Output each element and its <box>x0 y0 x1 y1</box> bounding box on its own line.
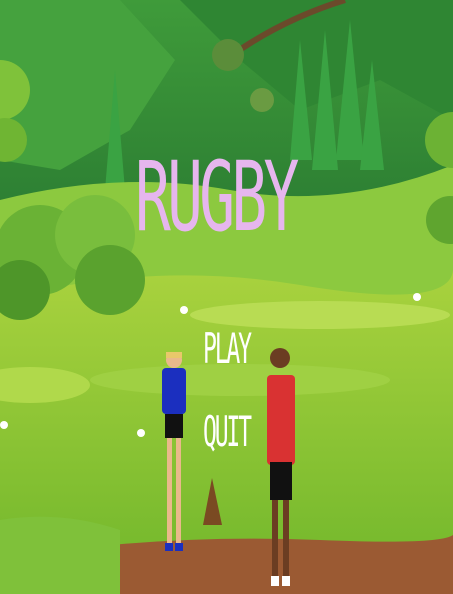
game-title: RUGBY <box>135 141 299 253</box>
background-scene <box>0 0 453 594</box>
play-button[interactable]: PLAY <box>203 328 252 370</box>
dirt-path <box>80 535 453 594</box>
front-grass <box>0 516 120 594</box>
quit-button[interactable]: QUIT <box>203 411 252 453</box>
